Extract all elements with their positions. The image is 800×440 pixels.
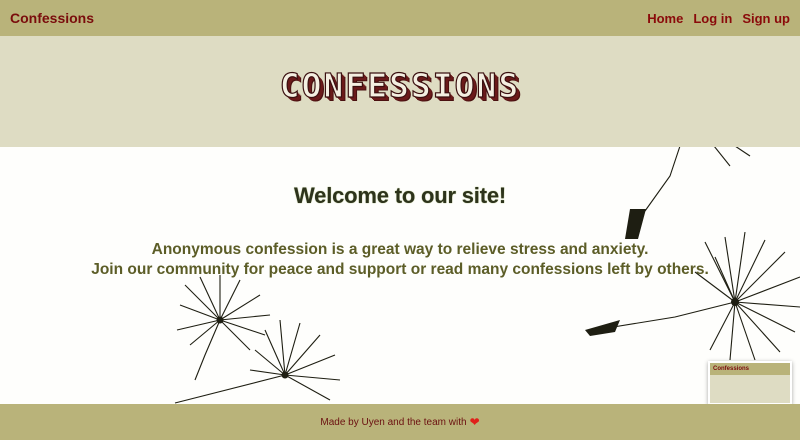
top-navbar: Confessions Home Log in Sign up [0, 0, 800, 36]
intro-line-1: Anonymous confession is a great way to r… [151, 241, 649, 258]
nav-login-link[interactable]: Log in [693, 11, 732, 26]
intro-line-2: Join our community for peace and support… [91, 261, 709, 278]
intro-text: Anonymous confession is a great way to r… [0, 240, 800, 280]
nav-signup-link[interactable]: Sign up [742, 11, 790, 26]
mini-preview-body [710, 375, 790, 403]
dandelion-seed-icon-bottom-left [174, 275, 341, 404]
welcome-heading: Welcome to our site! [294, 183, 506, 208]
heart-icon: ❤ [469, 415, 480, 429]
mini-page-preview[interactable]: Confessions [708, 361, 792, 405]
brand-link[interactable]: Confessions [10, 10, 94, 26]
mini-preview-title: Confessions [710, 363, 790, 375]
nav-home-link[interactable]: Home [647, 11, 683, 26]
footer: Made by Uyen and the team with ❤ [0, 404, 800, 440]
nav-links: Home Log in Sign up [647, 11, 790, 26]
hero-title: CONFESSIONS [279, 65, 521, 105]
hero-banner: CONFESSIONS [0, 36, 800, 147]
footer-credit: Made by Uyen and the team with [320, 416, 467, 428]
